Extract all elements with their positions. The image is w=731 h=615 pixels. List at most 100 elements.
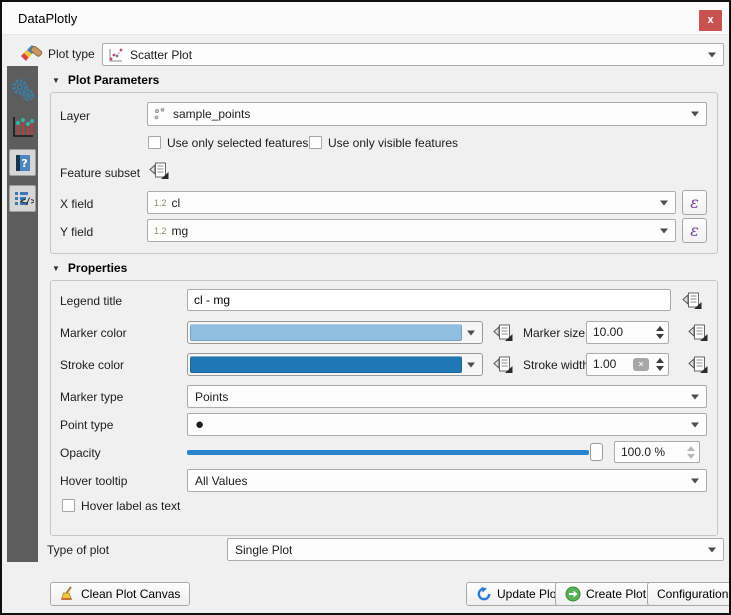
marker-type-value: Points [188, 390, 228, 404]
close-button[interactable]: x [699, 10, 722, 31]
data-defined-icon [686, 322, 710, 344]
spin-buttons [652, 354, 668, 375]
refresh-icon [476, 586, 492, 602]
spin-buttons [652, 322, 668, 343]
point-type-label: Point type [60, 417, 113, 433]
update-plot-label: Update Plot [497, 587, 560, 601]
layer-select[interactable]: sample_points [147, 102, 707, 126]
stroke-width-value: 1.00 [593, 354, 616, 375]
layer-value: sample_points [167, 107, 250, 121]
spin-down-icon[interactable] [656, 334, 664, 339]
spin-down-icon[interactable] [656, 366, 664, 371]
feature-subset-expression-button[interactable] [147, 160, 171, 182]
hover-tooltip-select[interactable]: All Values [187, 469, 707, 492]
stroke-color-data-defined-button[interactable] [491, 354, 515, 376]
help-book-icon[interactable]: ? [9, 149, 36, 176]
data-defined-icon [491, 322, 515, 344]
chevron-down-icon [660, 200, 668, 205]
code-icon[interactable]: </> [9, 185, 36, 212]
plot-chart-icon[interactable] [9, 113, 36, 140]
chevron-down-icon [660, 228, 668, 233]
stroke-width-label: Stroke width [523, 357, 589, 373]
marker-size-value: 10.00 [593, 322, 623, 343]
x-field-expression-button[interactable]: ε [682, 190, 707, 215]
chevron-down-icon [708, 547, 716, 552]
chevron-down-icon [708, 52, 716, 57]
clean-plot-canvas-button[interactable]: Clean Plot Canvas [50, 582, 190, 606]
marker-color-label: Marker color [60, 325, 127, 341]
marker-color-button[interactable] [187, 321, 483, 344]
marker-size-data-defined-button[interactable] [686, 322, 710, 344]
clean-plot-canvas-label: Clean Plot Canvas [81, 587, 180, 601]
hover-tooltip-label: Hover tooltip [60, 473, 127, 489]
marker-type-label: Marker type [60, 389, 123, 405]
point-type-value: ● [188, 417, 204, 432]
x-field-label: X field [60, 196, 93, 212]
chevron-down-icon [467, 362, 475, 367]
hover-label-as-text-label: Hover label as text [81, 498, 180, 514]
spin-up-icon[interactable] [656, 358, 664, 363]
chevron-down-icon [691, 112, 699, 117]
paintbrush-icon [18, 42, 45, 66]
use-selected-features-checkbox[interactable] [148, 136, 161, 149]
gears-icon[interactable] [9, 77, 36, 104]
opacity-slider-handle[interactable] [590, 443, 603, 461]
spin-down-icon[interactable] [687, 454, 695, 459]
data-defined-icon [147, 160, 171, 182]
legend-title-data-defined-button[interactable] [680, 290, 704, 312]
legend-title-label: Legend title [60, 293, 122, 309]
spin-up-icon[interactable] [656, 326, 664, 331]
marker-size-spinbox[interactable]: 10.00 [586, 321, 669, 344]
clear-value-icon[interactable]: ✕ [633, 358, 649, 371]
collapse-triangle-icon: ▼ [52, 264, 60, 273]
decimal-field-icon: 1.2 [148, 198, 167, 208]
layer-label: Layer [60, 108, 90, 124]
marker-type-select[interactable]: Points [187, 385, 707, 408]
spin-up-icon[interactable] [687, 446, 695, 451]
plot-type-select[interactable]: Scatter Plot [102, 43, 724, 66]
hover-tooltip-value: All Values [188, 474, 247, 488]
plot-type-value: Scatter Plot [124, 48, 192, 62]
opacity-slider[interactable] [187, 442, 603, 462]
marker-color-data-defined-button[interactable] [491, 322, 515, 344]
stroke-color-button[interactable] [187, 353, 483, 376]
create-plot-label: Create Plot [586, 587, 646, 601]
plot-parameters-title: Plot Parameters [68, 73, 159, 87]
point-layer-icon [153, 107, 167, 121]
type-of-plot-value: Single Plot [228, 543, 292, 557]
y-field-expression-button[interactable]: ε [682, 218, 707, 243]
chevron-down-icon [691, 422, 699, 427]
y-field-value: mg [167, 224, 189, 238]
opacity-label: Opacity [60, 445, 101, 461]
type-of-plot-select[interactable]: Single Plot [227, 538, 724, 561]
stroke-width-spinbox[interactable]: 1.00 ✕ [586, 353, 669, 376]
opacity-slider-track[interactable] [187, 450, 589, 455]
decimal-field-icon: 1.2 [148, 226, 167, 236]
titlebar[interactable]: DataPlotly x [2, 2, 729, 35]
x-field-select[interactable]: 1.2 cl [147, 191, 676, 214]
data-defined-icon [491, 354, 515, 376]
go-arrow-icon [565, 586, 581, 602]
stroke-width-data-defined-button[interactable] [686, 354, 710, 376]
use-visible-features-checkbox[interactable] [309, 136, 322, 149]
use-visible-features-label: Use only visible features [328, 135, 458, 151]
sidebar: ? </> [7, 66, 38, 562]
create-plot-button[interactable]: Create Plot [555, 582, 656, 606]
properties-header[interactable]: ▼Properties [52, 261, 127, 275]
y-field-select[interactable]: 1.2 mg [147, 219, 676, 242]
marker-color-swatch [190, 324, 462, 341]
legend-title-input[interactable] [187, 289, 671, 311]
stroke-color-swatch [190, 356, 462, 373]
opacity-spinbox[interactable]: 100.0 % [614, 441, 700, 463]
svg-text:?: ? [21, 157, 27, 170]
configuration-label: Configuration [657, 587, 728, 601]
point-type-select[interactable]: ● [187, 413, 707, 436]
data-defined-icon [680, 290, 704, 312]
plot-type-label: Plot type [48, 46, 95, 62]
plot-parameters-header[interactable]: ▼Plot Parameters [52, 73, 159, 87]
stroke-color-label: Stroke color [60, 357, 124, 373]
configuration-button[interactable]: Configuration [647, 582, 731, 606]
hover-label-as-text-checkbox[interactable] [62, 499, 75, 512]
chevron-down-icon [467, 330, 475, 335]
opacity-value: 100.0 % [621, 442, 665, 463]
